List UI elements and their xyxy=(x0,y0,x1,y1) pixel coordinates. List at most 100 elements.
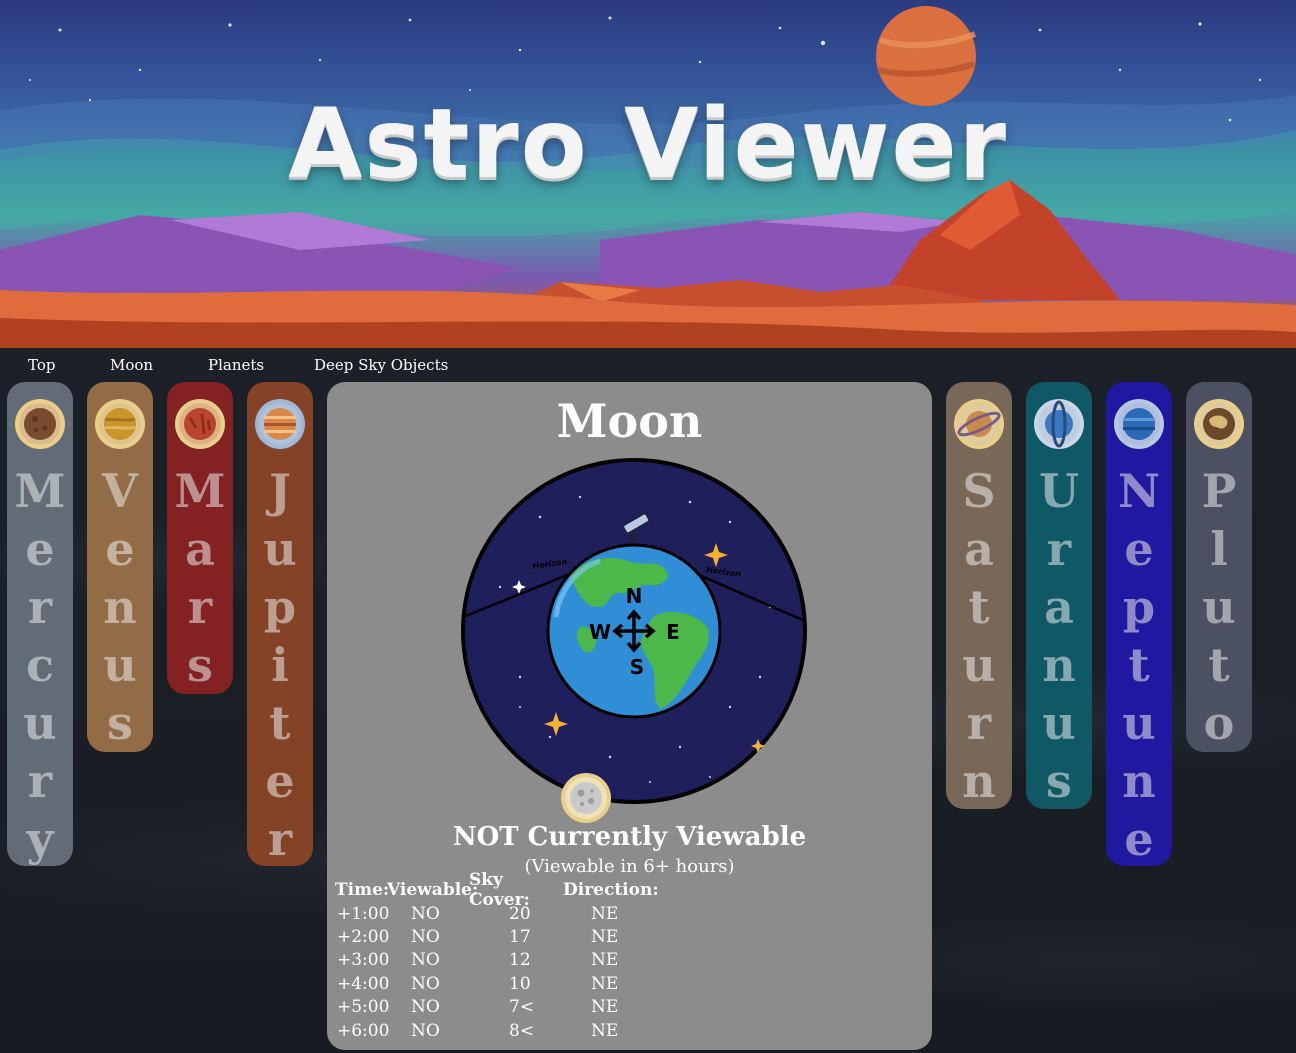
compass-west: W xyxy=(589,620,611,644)
planet-letter: a xyxy=(185,522,215,576)
planet-letter: s xyxy=(107,696,133,750)
compass-east: E xyxy=(666,620,680,644)
planet-letter: e xyxy=(1124,522,1154,576)
planet-letter: r xyxy=(27,580,53,634)
header-time: Time: xyxy=(335,880,390,900)
cell-time: +4:00 xyxy=(337,973,390,994)
cell-direction: NE xyxy=(591,903,619,924)
planet-letter: S xyxy=(962,464,996,518)
forecast-table: Time: Viewable: Sky Cover: Direction: +1… xyxy=(335,870,659,1042)
planet-card-venus[interactable]: V e n u s xyxy=(87,382,153,752)
table-row: +6:00 NO 8< NE xyxy=(335,1019,653,1042)
planet-card-pluto[interactable]: P l u t o xyxy=(1186,382,1252,752)
planet-letter: u xyxy=(263,522,297,576)
uranus-icon xyxy=(1033,398,1085,450)
table-row: +5:00 NO 7< NE xyxy=(335,996,653,1019)
cell-time: +6:00 xyxy=(337,1020,390,1041)
cell-time: +5:00 xyxy=(337,997,390,1018)
nav-link-moon[interactable]: Moon xyxy=(110,356,153,374)
planet-card-neptune[interactable]: N e p t u n e xyxy=(1106,382,1172,866)
planet-letter: r xyxy=(1046,522,1072,576)
planet-letter: u xyxy=(962,638,996,692)
header-viewable: Viewable: xyxy=(387,880,479,900)
planet-letter: t xyxy=(269,696,291,750)
nav-link-top[interactable]: Top xyxy=(28,356,55,374)
table-row: +2:00 NO 17 NE xyxy=(335,925,653,948)
cell-viewable: NO xyxy=(411,1020,440,1041)
cell-viewable: NO xyxy=(411,973,440,994)
planet-letter: J xyxy=(269,464,291,518)
banner: Astro Viewer xyxy=(0,0,1296,348)
visibility-eta: (Viewable in 6+ hours) xyxy=(524,856,735,877)
cell-viewable: NO xyxy=(411,903,440,924)
mars-icon xyxy=(174,398,226,450)
cell-sky-cover: 10 xyxy=(509,973,531,994)
cell-direction: NE xyxy=(591,997,619,1018)
cell-viewable: NO xyxy=(411,950,440,971)
planet-letter: N xyxy=(1117,464,1161,518)
planet-letter: l xyxy=(1210,522,1228,576)
planet-letter: u xyxy=(23,696,57,750)
table-row: +1:00 NO 20 NE xyxy=(335,902,653,925)
header-direction: Direction: xyxy=(563,880,659,900)
planet-card-jupiter[interactable]: J u p i t e r xyxy=(247,382,313,866)
compass-south: S xyxy=(630,655,644,679)
planet-letter: t xyxy=(1128,638,1150,692)
planet-letter: r xyxy=(187,580,213,634)
mercury-icon xyxy=(14,398,66,450)
app-title: Astro Viewer xyxy=(288,88,1008,200)
saturn-icon xyxy=(953,398,1005,450)
nav-link-deep-sky-objects[interactable]: Deep Sky Objects xyxy=(314,356,448,374)
planet-letter: r xyxy=(966,696,992,750)
table-row: +4:00 NO 10 NE xyxy=(335,972,653,995)
top-nav: Top Moon Planets Deep Sky Objects xyxy=(0,348,1296,380)
cell-time: +1:00 xyxy=(337,903,390,924)
planet-card-mercury[interactable]: M e r c u r y xyxy=(7,382,73,866)
venus-icon xyxy=(94,398,146,450)
planet-letter: e xyxy=(105,522,135,576)
planet-letter: e xyxy=(1124,812,1154,866)
cell-time: +2:00 xyxy=(337,927,390,948)
planet-letter: n xyxy=(962,754,996,808)
cell-direction: NE xyxy=(591,950,619,971)
planet-letter: s xyxy=(1046,754,1072,808)
planet-letter: t xyxy=(968,580,990,634)
neptune-icon xyxy=(1113,398,1165,450)
cell-sky-cover: 7< xyxy=(509,997,535,1018)
planet-letter: y xyxy=(26,812,54,866)
planet-letter: U xyxy=(1038,464,1080,518)
nav-link-planets[interactable]: Planets xyxy=(208,356,264,374)
planet-letter: V xyxy=(102,464,138,518)
cell-sky-cover: 17 xyxy=(509,927,531,948)
planet-letter: t xyxy=(1208,638,1230,692)
cell-viewable: NO xyxy=(411,927,440,948)
planet-letter: n xyxy=(1122,754,1156,808)
planet-card-uranus[interactable]: U r a n u s xyxy=(1026,382,1092,809)
planet-letter: c xyxy=(25,638,54,692)
planet-letter: n xyxy=(103,580,137,634)
cell-direction: NE xyxy=(591,973,619,994)
cell-direction: NE xyxy=(591,1020,619,1041)
moon-icon xyxy=(561,773,611,823)
planet-letter: o xyxy=(1203,696,1235,750)
cell-sky-cover: 12 xyxy=(509,950,531,971)
planet-letter: M xyxy=(174,464,226,518)
compass-north: N xyxy=(626,584,643,608)
planet-card-mars[interactable]: M a r s xyxy=(167,382,233,694)
planet-letter: e xyxy=(25,522,55,576)
table-row: +3:00 NO 12 NE xyxy=(335,949,653,972)
planet-card-saturn[interactable]: S a t u r n xyxy=(946,382,1012,809)
planet-letter: a xyxy=(1044,580,1074,634)
forecast-header-row: Time: Viewable: Sky Cover: Direction: xyxy=(335,870,659,910)
planet-letter: i xyxy=(271,638,289,692)
planet-letter: r xyxy=(267,812,293,866)
planet-letter: p xyxy=(263,580,297,634)
planet-letter: e xyxy=(265,754,295,808)
planet-letter: a xyxy=(964,522,994,576)
cell-time: +3:00 xyxy=(337,950,390,971)
cell-sky-cover: 20 xyxy=(509,903,531,924)
cell-viewable: NO xyxy=(411,997,440,1018)
visibility-status: NOT Currently Viewable xyxy=(452,822,807,852)
planet-letter: p xyxy=(1122,580,1156,634)
jupiter-icon xyxy=(254,398,306,450)
